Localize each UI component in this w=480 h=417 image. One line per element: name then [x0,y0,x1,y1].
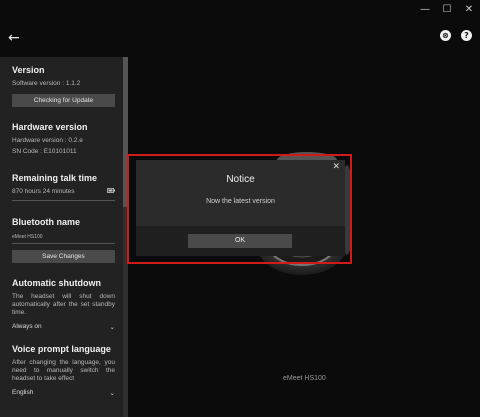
battery-icon [107,188,115,193]
bluetooth-section: Bluetooth name eMeet HS100 Save Changes [0,217,127,263]
bluetooth-underline [12,243,115,244]
version-section: Version Software version : 1.1.2 Checkin… [0,65,127,107]
chevron-down-icon: ⌄ [109,324,115,331]
back-arrow-icon[interactable]: ← [8,30,20,46]
chevron-down-icon: ⌄ [109,390,115,397]
software-version: Software version : 1.1.2 [12,80,81,87]
hardware-version: Hardware version : 0.2.e [12,137,83,144]
language-title: Voice prompt language [12,344,111,354]
language-section: Voice prompt language After changing the… [0,344,127,397]
talk-time-value: 870 hours 24 minutes [12,188,75,195]
talk-time-title: Remaining talk time [12,173,98,183]
close-window-button[interactable]: ✕ [458,0,480,18]
save-changes-button[interactable]: Save Changes [12,250,115,263]
settings-sidebar: Version Software version : 1.1.2 Checkin… [0,57,128,417]
talk-time-divider [12,200,115,201]
language-dropdown[interactable]: English ⌄ [12,389,115,397]
version-title: Version [12,65,45,75]
bluetooth-title: Bluetooth name [12,217,81,227]
bluetooth-name-input[interactable]: eMeet HS100 [12,233,115,241]
maximize-button[interactable]: ☐ [436,0,458,18]
shutdown-dropdown[interactable]: Always on ⌄ [12,323,115,331]
header-icons: ⊗ ? [440,30,472,41]
language-selected: English [12,389,34,396]
hardware-section: Hardware version Hardware version : 0.2.… [0,122,100,156]
shutdown-description: The headset will shut down automatically… [12,293,115,316]
shutdown-selected: Always on [12,323,42,330]
xbox-icon[interactable]: ⊗ [440,30,451,41]
device-name-label: eMeet HS100 [283,375,326,382]
shutdown-title: Automatic shutdown [12,278,101,288]
talk-time-row: 870 hours 24 minutes [12,188,115,196]
talk-time-section: Remaining talk time 870 hours 24 minutes [0,173,127,201]
check-update-button[interactable]: Checking for Update [12,94,115,107]
shutdown-section: Automatic shutdown The headset will shut… [0,278,127,331]
language-description: After changing the language, you need to… [12,359,115,382]
window-controls: — ☐ ✕ [414,0,480,18]
minimize-button[interactable]: — [414,0,436,18]
highlight-outline [127,154,352,264]
help-icon[interactable]: ? [461,30,472,41]
hardware-title: Hardware version [12,122,88,132]
sn-code: SN Code : E10101011 [12,148,77,155]
